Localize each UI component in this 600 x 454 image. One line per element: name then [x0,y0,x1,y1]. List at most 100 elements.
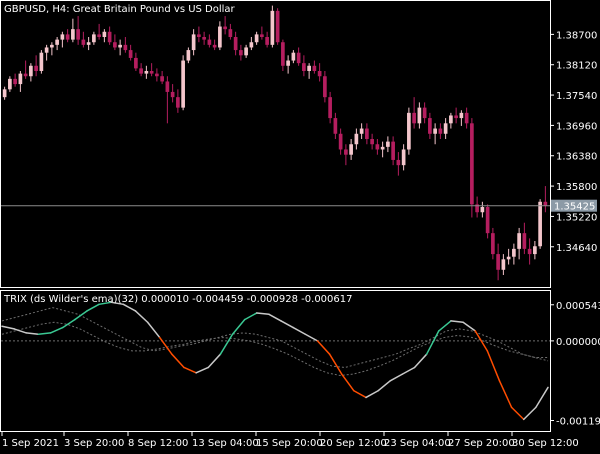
price-tick-label: 1.36380 [556,152,597,163]
time-tick-label: 20 Sep 12:00 [320,438,387,449]
candle-body [249,42,254,48]
candle-body [128,50,133,58]
candle-body [296,52,301,64]
candle-body [281,42,285,66]
candle-body [370,139,374,145]
candle-body [323,76,327,98]
candle-body [197,34,201,38]
candle-body [160,76,164,82]
price-tick-label: 1.35220 [556,212,597,223]
candle-body [459,112,464,119]
price-tick-label: 1.36960 [556,121,597,132]
candle-body [207,39,212,45]
candle-body [239,50,243,56]
indicator-title: TRIX (ds Wilder's ema)(32) 0.000010 -0.0… [3,294,353,305]
candle-body [349,144,353,155]
price-tick-label: 1.37540 [556,91,597,102]
candle-body [50,44,54,48]
candle-body [496,254,500,270]
candle-body [538,201,542,247]
candle-body [480,207,485,213]
candle-body [81,39,86,45]
candle[interactable] [470,118,474,218]
trix-tick-label: 0.000543 [556,301,600,312]
candle-body [13,78,17,85]
candle-body [155,73,159,77]
time-tick-label: 27 Sep 20:00 [448,438,515,449]
candle-body [97,34,101,38]
candle-body [312,65,317,72]
candle-body [412,112,416,124]
candle[interactable] [407,107,411,155]
candle-body [286,60,290,66]
candle-body [333,118,338,134]
candle[interactable] [270,5,275,48]
candle-body [512,248,516,257]
candle-body [102,31,107,38]
candle-body [464,112,469,124]
time-tick-label: 13 Sep 04:00 [192,438,259,449]
candle-body [407,112,411,150]
candle-body [522,233,527,249]
candle-body [8,78,12,90]
candle-body [422,107,427,119]
trix-tick-label: -0.001197 [556,416,600,427]
candle-body [29,65,33,77]
candle-body [359,128,364,134]
candle-body [527,248,532,255]
candle-body [501,259,506,270]
candle-body [317,71,322,77]
time-tick-label: 15 Sep 20:00 [256,438,323,449]
candle-body [328,97,332,119]
candle-body [34,65,38,72]
candle-body [113,42,117,48]
time-tick-label: 8 Sep 12:00 [128,438,188,449]
candle-body [391,141,395,160]
candle-body [354,133,359,145]
candle-body [417,107,422,124]
candle[interactable] [181,55,185,111]
candle[interactable] [538,199,542,249]
candle-body [438,128,443,134]
candle-body [244,47,248,56]
candle-body [2,89,7,98]
candle-body [265,37,269,45]
candle-body [223,26,227,30]
candle-body [517,233,521,249]
candle-body [338,133,343,150]
candle-body [291,52,296,61]
candle-body [270,10,275,45]
candle-body [228,29,233,38]
candle-body [181,60,185,108]
chart-window[interactable]: 1.35425 1.38700 1.38120 1.37540 1.36960 1.36… [0,0,600,450]
candle-body [302,63,306,72]
candle[interactable] [39,50,44,74]
candle-body [443,123,448,134]
candle-body [344,149,348,155]
candle-body [396,159,401,166]
candle-body [233,37,238,51]
candle-body [218,26,222,48]
candle-body [23,73,28,77]
candle[interactable] [275,8,280,45]
chart-canvas[interactable]: 1.35425 1.38700 1.38120 1.37540 1.36960 1.36… [0,0,600,450]
candle-body [375,144,380,150]
candle-body [506,256,511,260]
price-tick-label: 1.35800 [556,182,597,193]
candle-body [449,115,453,124]
candle-body [123,44,128,51]
candle-body [470,123,474,205]
price-tick-label: 1.38120 [556,61,597,72]
candle-body [186,50,191,61]
candle-body [107,31,112,43]
candle-body [433,128,437,134]
candle-body [39,52,44,72]
candle-body [533,246,537,255]
candle-body [485,207,490,234]
time-tick-label: 3 Sep 20:00 [64,438,124,449]
chart-background [0,0,600,450]
time-tick-label: 1 Sep 2021 [2,438,59,449]
candle-body [260,34,264,38]
candle-body [165,81,170,92]
candle-body [139,68,143,74]
